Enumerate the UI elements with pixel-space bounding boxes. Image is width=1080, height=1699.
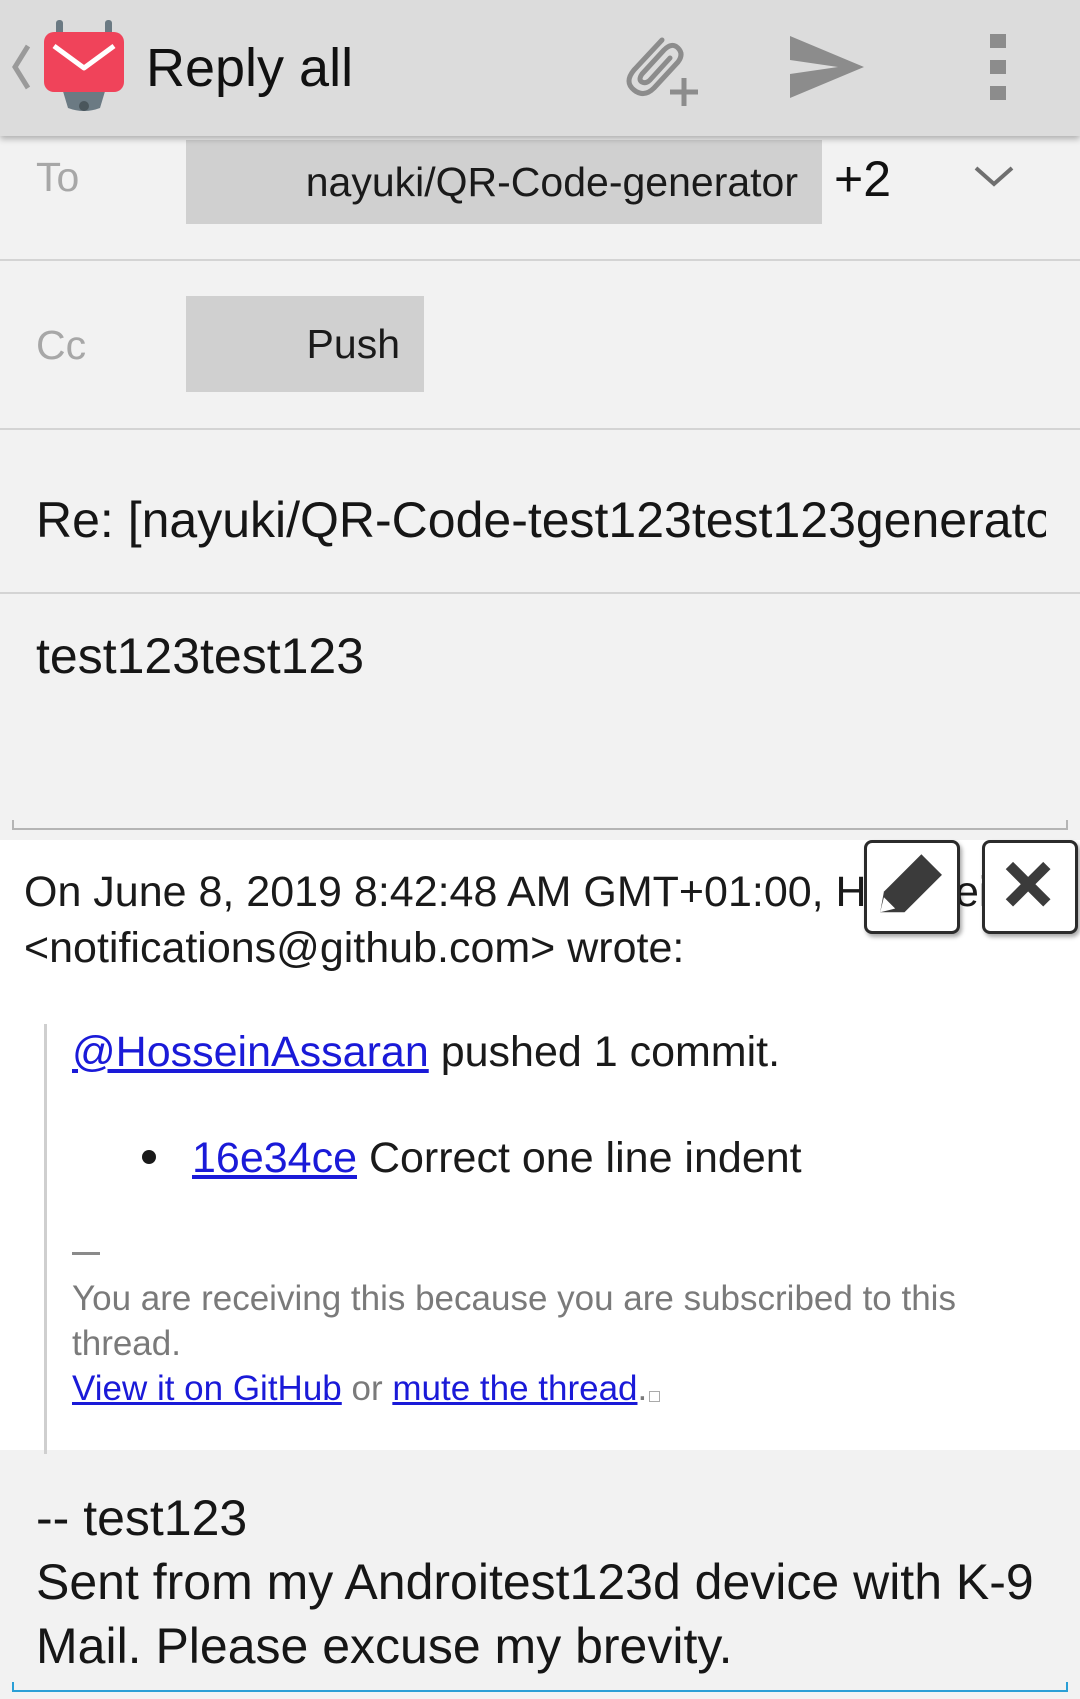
quote-bar	[44, 1024, 47, 1454]
subject-field[interactable]: Re: [nayuki/QR-Code-test123test123genera…	[36, 488, 1046, 552]
subscription-notice: You are receiving this because you are s…	[72, 1279, 956, 1363]
commit-link[interactable]: 16e34ce	[192, 1134, 357, 1182]
chevron-down-icon[interactable]	[972, 162, 1016, 190]
pushed-text: pushed 1 commit.	[428, 1028, 781, 1076]
divider	[0, 259, 1080, 261]
app-bar: Reply all	[0, 0, 1080, 136]
divider	[0, 428, 1080, 430]
or-text: or	[341, 1369, 393, 1408]
body-field-underline	[12, 820, 1068, 830]
message-body-field[interactable]: test123test123	[36, 624, 364, 688]
mute-thread-link[interactable]: mute the thread	[392, 1369, 637, 1408]
to-recipient-chip[interactable]: nayuki/QR-Code-generator	[186, 140, 822, 224]
back-chevron-icon[interactable]	[10, 42, 32, 92]
to-label: To	[36, 154, 80, 200]
attach-file-icon[interactable]	[618, 26, 702, 110]
view-on-github-link[interactable]: View it on GitHub	[72, 1369, 342, 1408]
cc-label: Cc	[36, 322, 87, 368]
commit-message: Correct one line indent	[357, 1134, 802, 1182]
tracking-pixel-icon	[649, 1391, 661, 1402]
close-icon	[1005, 861, 1051, 907]
edit-quoted-text-button[interactable]	[864, 840, 960, 934]
signature-field-underline	[12, 1682, 1068, 1692]
screen-title: Reply all	[146, 38, 354, 98]
signature-field[interactable]: -- test123 Sent from my Androitest123d d…	[36, 1486, 1066, 1678]
more-recipients-count[interactable]: +2	[834, 150, 891, 208]
cc-recipient-chip[interactable]: Push	[186, 296, 424, 392]
bullet-dot	[142, 1150, 156, 1164]
divider	[0, 592, 1080, 594]
pushed-line: @HosseinAssaran pushed 1 commit.	[72, 1024, 780, 1080]
remove-quoted-text-button[interactable]	[982, 840, 1078, 934]
k9-mail-logo-icon[interactable]	[42, 18, 126, 114]
pencil-icon	[880, 854, 942, 913]
commit-line: 16e34ce Correct one line indent	[192, 1130, 802, 1186]
period-text: .	[637, 1369, 648, 1408]
footer-links: View it on GitHub or mute the thread.	[72, 1366, 661, 1411]
separator-dash	[72, 1252, 100, 1255]
author-link[interactable]: @HosseinAssaran	[72, 1028, 429, 1076]
send-icon[interactable]	[786, 30, 866, 104]
overflow-menu-icon[interactable]	[975, 30, 1021, 104]
